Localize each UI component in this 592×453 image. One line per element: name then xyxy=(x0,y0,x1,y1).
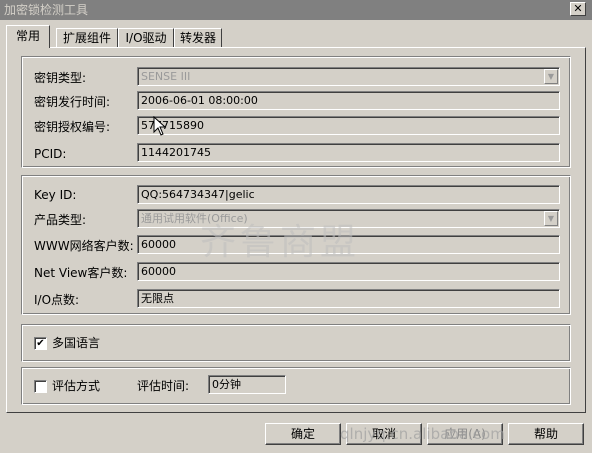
evaluation-time-label: 评估时间: xyxy=(137,379,190,393)
key-type-label: 密钥类型: xyxy=(34,71,87,85)
key-id-field[interactable]: QQ:564734347|gelic xyxy=(137,185,560,204)
checkmark-icon: ✔ xyxy=(36,338,45,349)
license-number-label: 密钥授权编号: xyxy=(34,120,111,134)
multilang-label: 多国语言 xyxy=(52,336,101,350)
multilang-checkbox[interactable]: ✔ xyxy=(34,337,47,350)
cancel-button[interactable]: 取消 xyxy=(346,423,422,445)
io-points-label: I/O点数: xyxy=(34,293,80,307)
product-type-label: 产品类型: xyxy=(34,213,87,227)
key-id-label: Key ID: xyxy=(34,188,77,202)
key-info-group: 密钥类型: SENSE III ▼ 密钥发行时间: 2006-06-01 08:… xyxy=(21,56,571,168)
dialog-window: 加密锁检测工具 ✕ 常用 扩展组件 I/O驱动 转发器 密钥类型: SENSE … xyxy=(0,0,592,453)
io-points-field[interactable]: 无限点 xyxy=(137,289,560,308)
tab-io-driver[interactable]: I/O驱动 xyxy=(118,28,174,48)
multilang-group: ✔ 多国语言 xyxy=(21,324,571,362)
evaluation-group: 评估方式 评估时间: 0分钟 xyxy=(21,367,571,405)
product-type-select: 通用试用软件(Office) ▼ xyxy=(137,209,560,228)
help-button[interactable]: 帮助 xyxy=(508,423,584,445)
tab-extensions[interactable]: 扩展组件 xyxy=(56,28,118,48)
www-clients-label: WWW网络客户数: xyxy=(34,239,134,253)
netview-clients-field[interactable]: 60000 xyxy=(137,262,560,281)
pcid-label: PCID: xyxy=(34,147,67,161)
product-type-value: 通用试用软件(Office) xyxy=(141,212,248,225)
close-button[interactable]: ✕ xyxy=(570,2,586,16)
apply-button[interactable]: 应用(A) xyxy=(427,423,503,445)
key-type-select: SENSE III ▼ xyxy=(137,67,560,86)
evaluation-time-field[interactable]: 0分钟 xyxy=(208,375,286,394)
mouse-cursor-icon xyxy=(153,116,167,136)
tab-common[interactable]: 常用 xyxy=(6,25,50,48)
issue-time-field[interactable]: 2006-06-01 08:00:00 xyxy=(137,91,560,110)
key-type-value: SENSE III xyxy=(141,70,191,83)
www-clients-field[interactable]: 60000 xyxy=(137,235,560,254)
pcid-field[interactable]: 1144201745 xyxy=(137,143,560,162)
evaluation-label: 评估方式 xyxy=(52,379,101,393)
tab-panel-common: 密钥类型: SENSE III ▼ 密钥发行时间: 2006-06-01 08:… xyxy=(6,47,586,413)
license-number-field[interactable]: 577715890 xyxy=(137,116,560,135)
evaluation-checkbox[interactable] xyxy=(34,380,47,393)
window-title: 加密锁检测工具 xyxy=(4,3,89,17)
chevron-down-icon: ▼ xyxy=(544,211,558,226)
tab-forwarder[interactable]: 转发器 xyxy=(174,28,222,48)
product-info-group: Key ID: QQ:564734347|gelic 产品类型: 通用试用软件(… xyxy=(21,175,571,315)
title-bar: 加密锁检测工具 ✕ xyxy=(0,0,592,20)
close-icon: ✕ xyxy=(573,2,583,15)
chevron-down-icon: ▼ xyxy=(544,69,558,84)
netview-clients-label: Net View客户数: xyxy=(34,266,128,280)
ok-button[interactable]: 确定 xyxy=(265,423,341,445)
issue-time-label: 密钥发行时间: xyxy=(34,95,111,109)
